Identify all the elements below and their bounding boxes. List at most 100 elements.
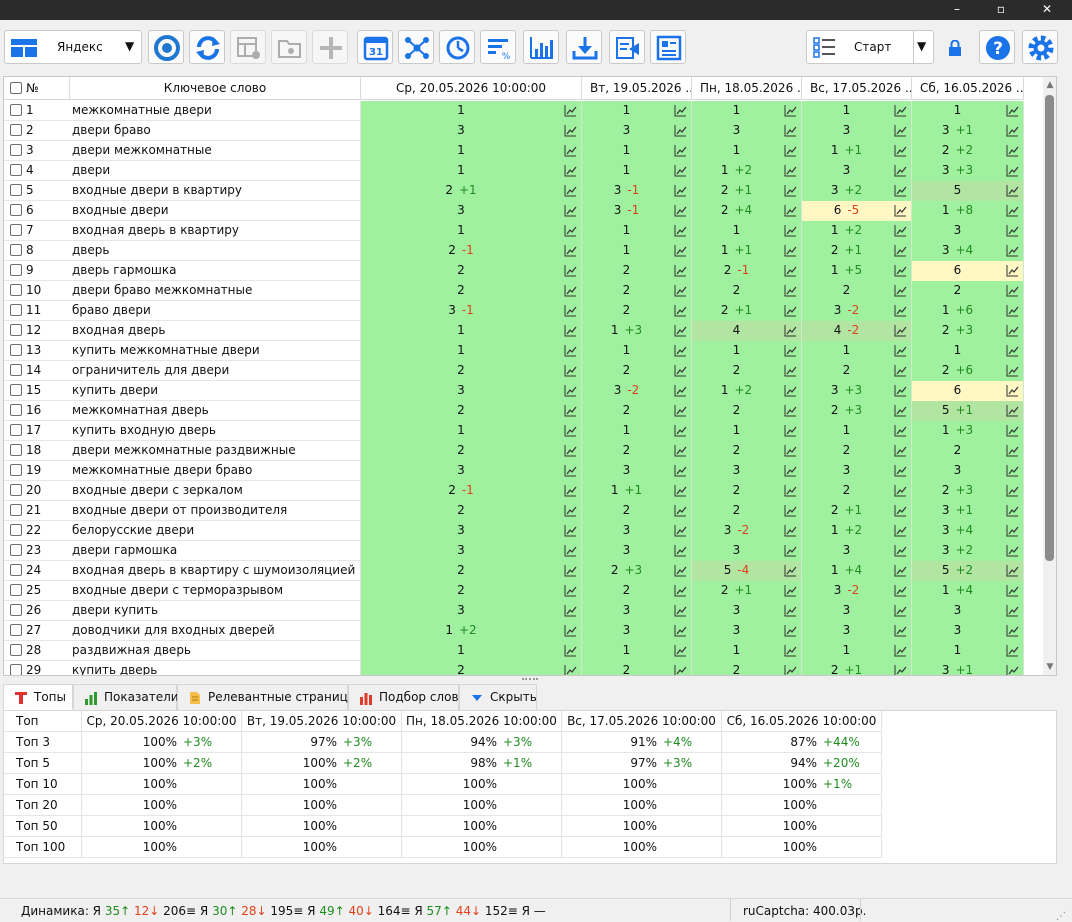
position-cell[interactable]: 1 — [802, 341, 912, 361]
table-settings-button[interactable] — [230, 30, 266, 64]
trend-chart-icon[interactable] — [784, 284, 797, 297]
position-cell[interactable]: 3 — [692, 621, 802, 641]
trend-chart-icon[interactable] — [564, 364, 577, 377]
trend-chart-icon[interactable] — [784, 424, 797, 437]
trend-chart-icon[interactable] — [894, 264, 907, 277]
position-cell[interactable]: 2 — [582, 281, 692, 301]
trend-chart-icon[interactable] — [894, 284, 907, 297]
row-checkbox[interactable] — [10, 464, 22, 476]
row-checkbox[interactable] — [10, 304, 22, 316]
position-cell[interactable]: 2 +6 — [912, 361, 1024, 381]
row-checkbox[interactable] — [10, 264, 22, 276]
position-cell[interactable]: 2 -1 — [361, 241, 582, 261]
position-cell[interactable]: 3 — [802, 541, 912, 561]
position-cell[interactable]: 1 — [582, 101, 692, 121]
position-cell[interactable]: 1 +2 — [692, 161, 802, 181]
trend-chart-icon[interactable] — [1006, 524, 1019, 537]
position-cell[interactable]: 2 — [582, 401, 692, 421]
position-cell[interactable]: 6 — [912, 381, 1024, 401]
row-checkbox[interactable] — [10, 144, 22, 156]
trend-chart-icon[interactable] — [674, 304, 687, 317]
position-cell[interactable]: 1 — [361, 641, 582, 661]
position-cell[interactable]: 6 -5 — [802, 201, 912, 221]
add-button[interactable] — [312, 30, 348, 64]
trend-chart-icon[interactable] — [784, 644, 797, 657]
trend-chart-icon[interactable] — [784, 584, 797, 597]
position-cell[interactable]: 1 — [912, 341, 1024, 361]
header-date-1[interactable]: Ср, 20.05.2026 10:00:00 — [361, 77, 582, 100]
trend-chart-icon[interactable] — [894, 624, 907, 637]
trend-chart-icon[interactable] — [894, 604, 907, 617]
trend-chart-icon[interactable] — [894, 664, 907, 676]
row-checkbox[interactable] — [10, 164, 22, 176]
trend-chart-icon[interactable] — [564, 444, 577, 457]
trend-chart-icon[interactable] — [564, 244, 577, 257]
trend-chart-icon[interactable] — [674, 524, 687, 537]
position-cell[interactable]: 2 — [361, 561, 582, 581]
position-cell[interactable]: 3 -2 — [582, 381, 692, 401]
position-cell[interactable]: 5 -4 — [692, 561, 802, 581]
position-cell[interactable]: 3 — [582, 621, 692, 641]
position-cell[interactable]: 3 -2 — [692, 521, 802, 541]
trend-chart-icon[interactable] — [564, 604, 577, 617]
table-row[interactable]: 8 дверь 2 -1 1 1 +1 2 +1 3 +4 — [4, 241, 1024, 261]
splitter-handle[interactable] — [522, 678, 538, 682]
position-cell[interactable]: 3 +1 — [912, 661, 1024, 676]
row-checkbox[interactable] — [10, 664, 22, 675]
trend-chart-icon[interactable] — [784, 524, 797, 537]
position-cell[interactable]: 1 — [692, 421, 802, 441]
trend-chart-icon[interactable] — [784, 604, 797, 617]
position-cell[interactable]: 2 — [361, 661, 582, 675]
trend-chart-icon[interactable] — [674, 604, 687, 617]
position-cell[interactable]: 3 — [361, 121, 582, 141]
chevron-down-icon[interactable]: ▼ — [917, 39, 926, 53]
trend-chart-icon[interactable] — [784, 444, 797, 457]
position-cell[interactable]: 2 — [912, 281, 1024, 301]
position-cell[interactable]: 1 +5 — [802, 261, 912, 281]
trend-chart-icon[interactable] — [894, 444, 907, 457]
table-row[interactable]: 15 купить двери 3 3 -2 1 +2 3 +3 6 — [4, 381, 1024, 401]
trend-chart-icon[interactable] — [1006, 384, 1019, 397]
trend-chart-icon[interactable] — [784, 184, 797, 197]
trend-chart-icon[interactable] — [674, 424, 687, 437]
position-cell[interactable]: 3 — [912, 461, 1024, 481]
row-checkbox[interactable] — [10, 644, 22, 656]
position-cell[interactable]: 3 +2 — [802, 181, 912, 201]
position-cell[interactable]: 3 — [802, 461, 912, 481]
position-cell[interactable]: 2 — [361, 261, 582, 281]
row-checkbox[interactable] — [10, 104, 22, 116]
trend-chart-icon[interactable] — [784, 404, 797, 417]
position-cell[interactable]: 1 — [802, 641, 912, 661]
position-cell[interactable]: 1 — [361, 321, 582, 341]
trend-chart-icon[interactable] — [674, 224, 687, 237]
table-row[interactable]: 1 межкомнатные двери 1 1 1 1 1 — [4, 101, 1024, 121]
position-cell[interactable]: 3 +3 — [802, 381, 912, 401]
position-cell[interactable]: 3 — [692, 541, 802, 561]
trend-chart-icon[interactable] — [674, 464, 687, 477]
trend-chart-icon[interactable] — [564, 464, 577, 477]
position-cell[interactable]: 2 — [692, 401, 802, 421]
trend-chart-icon[interactable] — [674, 244, 687, 257]
trend-chart-icon[interactable] — [784, 544, 797, 557]
position-cell[interactable]: 1 — [692, 341, 802, 361]
trend-chart-icon[interactable] — [564, 184, 577, 197]
position-cell[interactable]: 2 — [361, 361, 582, 381]
trend-chart-icon[interactable] — [1006, 664, 1019, 676]
trend-chart-icon[interactable] — [784, 144, 797, 157]
trend-chart-icon[interactable] — [674, 284, 687, 297]
trend-chart-icon[interactable] — [784, 244, 797, 257]
position-cell[interactable]: 1 — [582, 341, 692, 361]
help-button[interactable]: ? — [979, 30, 1015, 64]
position-cell[interactable]: 3 — [912, 221, 1024, 241]
trend-chart-icon[interactable] — [894, 224, 907, 237]
trend-chart-icon[interactable] — [894, 204, 907, 217]
trend-chart-icon[interactable] — [564, 524, 577, 537]
position-cell[interactable]: 1 — [802, 101, 912, 121]
trend-chart-icon[interactable] — [1006, 444, 1019, 457]
trend-chart-icon[interactable] — [894, 144, 907, 157]
close-button[interactable]: ✕ — [1024, 0, 1070, 20]
row-checkbox[interactable] — [10, 124, 22, 136]
trend-chart-icon[interactable] — [674, 384, 687, 397]
position-cell[interactable]: 3 -1 — [582, 181, 692, 201]
trend-chart-icon[interactable] — [1006, 184, 1019, 197]
